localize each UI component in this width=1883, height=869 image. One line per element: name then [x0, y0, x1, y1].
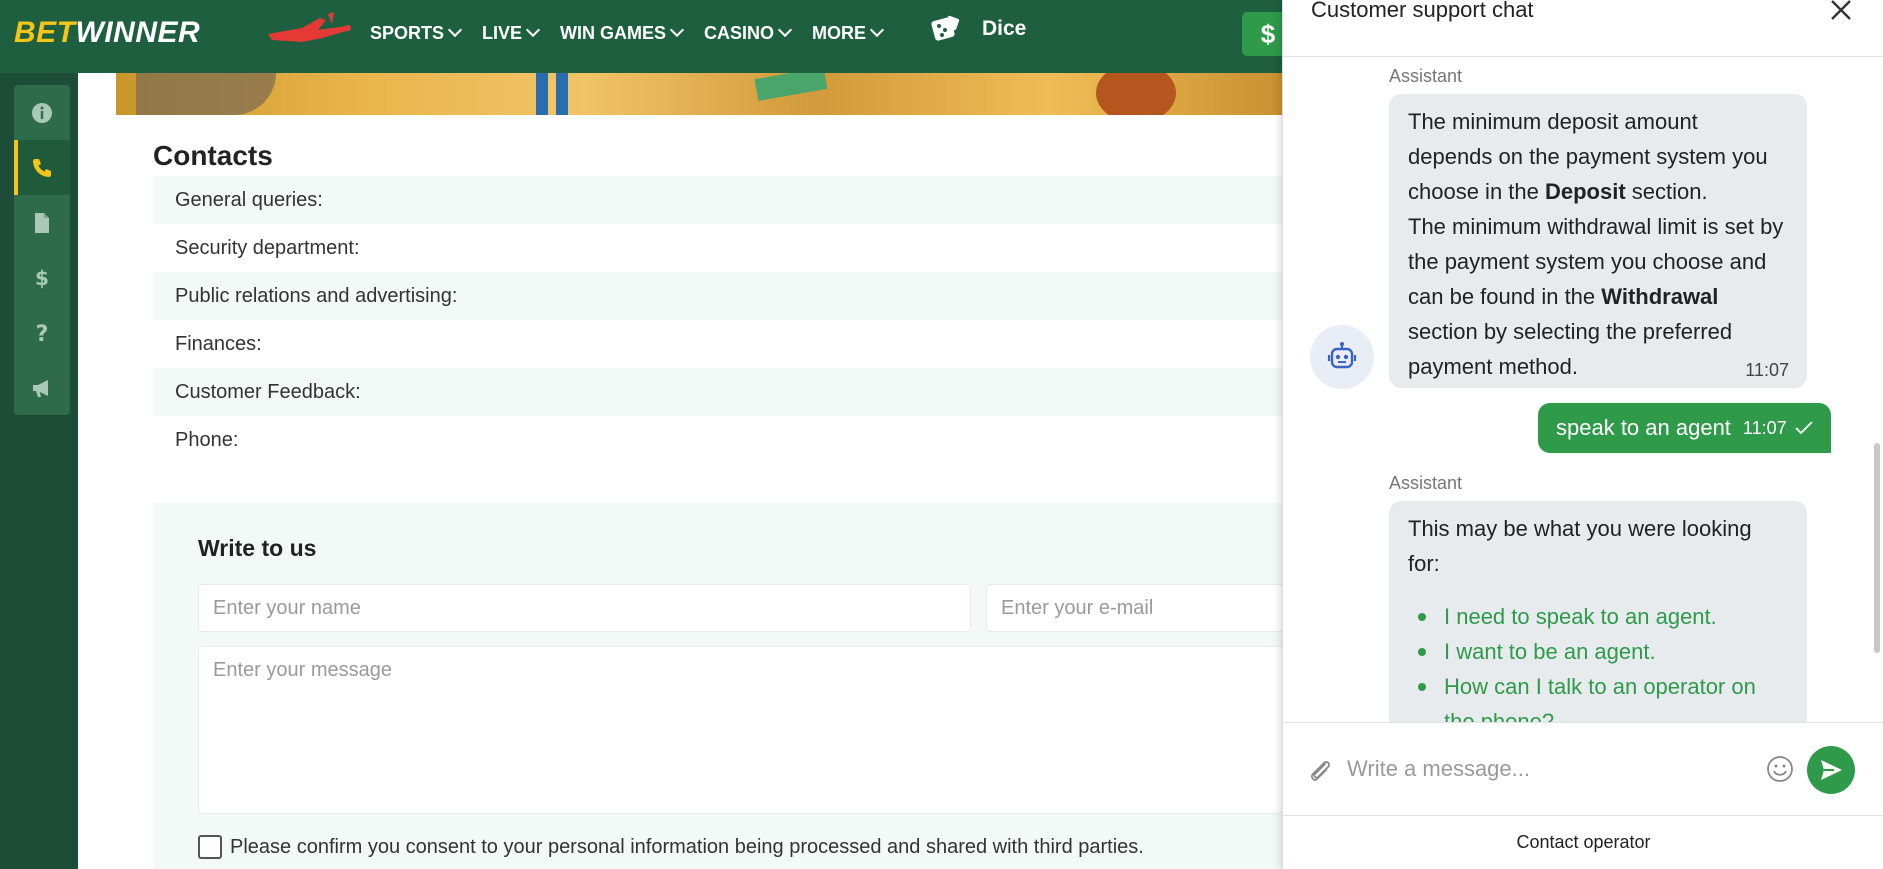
suggestion-link[interactable]: How can I talk to an operator on the pho… — [1408, 669, 1787, 722]
chevron-down-icon — [869, 22, 885, 38]
nav-win-games-label: WIN GAMES — [560, 22, 667, 43]
message-bold-text: Deposit — [1544, 179, 1626, 204]
nav-win-games[interactable]: WIN GAMES — [560, 22, 685, 44]
chat-title: Customer support chat — [1311, 0, 1534, 22]
message-text: section by selecting the preferred payme… — [1408, 319, 1733, 379]
contact-row: Customer Feedback: — [153, 368, 1283, 416]
contact-row: Finances: — [153, 320, 1283, 368]
consent-row: Please confirm you consent to your perso… — [198, 835, 1144, 859]
message-bold-text: Withdrawal — [1601, 284, 1719, 309]
check-icon — [1795, 421, 1813, 435]
nav-casino-label: CASINO — [704, 22, 775, 43]
suggestion-list: I need to speak to an agent. I want to b… — [1408, 599, 1787, 722]
contact-row: Security department: — [153, 224, 1283, 272]
nav-more-label: MORE — [812, 22, 867, 43]
contact-row: Phone: — [153, 416, 1283, 464]
chat-composer — [1283, 722, 1883, 815]
chat-scrollbar[interactable] — [1874, 443, 1880, 653]
nav-live[interactable]: LIVE — [482, 22, 541, 44]
document-icon — [35, 212, 49, 233]
sidebar-item-documents[interactable] — [14, 195, 70, 250]
message-textarea[interactable] — [198, 646, 1283, 814]
message-sender: Assistant — [1389, 66, 1463, 86]
aviator-plane-icon[interactable] — [262, 10, 354, 52]
emoji-icon[interactable] — [1765, 754, 1795, 784]
main-nav: SPORTS LIVE WIN GAMES CASINO MORE — [370, 0, 904, 66]
dollar-icon: $ — [35, 266, 49, 290]
contacts-list: General queries: Security department: Pu… — [153, 176, 1283, 464]
promo-banner-image — [116, 73, 1283, 115]
chat-messages: Assistant The minimum deposit amount dep… — [1283, 57, 1883, 722]
logo-bet-text: BET — [14, 16, 76, 49]
svg-text:$: $ — [35, 266, 49, 290]
contact-label: Public relations and advertising: — [175, 284, 458, 307]
contact-label: Security department: — [175, 236, 360, 259]
sidebar-item-info[interactable] — [14, 85, 70, 140]
info-icon — [32, 102, 52, 123]
send-button[interactable] — [1807, 746, 1855, 794]
email-input[interactable] — [986, 584, 1283, 632]
user-message: speak to an agent 11:07 — [1538, 403, 1831, 453]
write-to-us-title: Write to us — [198, 535, 317, 561]
close-icon[interactable] — [1827, 0, 1855, 24]
bot-avatar — [1310, 325, 1374, 389]
svg-text:?: ? — [36, 322, 49, 345]
phone-icon — [33, 158, 51, 177]
sidebar-item-contacts[interactable] — [14, 140, 70, 195]
contact-label: Finances: — [175, 332, 262, 355]
message-text: This may be what you were looking for: — [1408, 516, 1752, 576]
suggestion-link[interactable]: I need to speak to an agent. — [1408, 599, 1787, 634]
chevron-down-icon — [525, 22, 541, 38]
chevron-down-icon — [447, 22, 463, 38]
megaphone-icon — [33, 379, 48, 397]
dice-icon — [931, 15, 960, 41]
name-input[interactable] — [198, 584, 971, 632]
assistant-message: This may be what you were looking for: I… — [1389, 501, 1807, 722]
betwinner-logo[interactable]: BETWINNER — [14, 16, 200, 50]
assistant-message: The minimum deposit amount depends on th… — [1389, 94, 1807, 388]
message-time: 11:07 — [1745, 360, 1789, 380]
contact-label: General queries: — [175, 188, 323, 211]
nav-more[interactable]: MORE — [812, 22, 885, 44]
nav-sports[interactable]: SPORTS — [370, 22, 463, 44]
chevron-down-icon — [669, 22, 685, 38]
nav-live-label: LIVE — [482, 22, 523, 43]
message-sender: Assistant — [1389, 473, 1463, 493]
send-icon — [1821, 760, 1842, 780]
contact-row: General queries: — [153, 176, 1283, 224]
message-text: The minimum withdrawal limit is set by t… — [1408, 214, 1784, 309]
sidebar-item-payments[interactable]: $ — [14, 250, 70, 305]
message-text: speak to an agent — [1556, 415, 1731, 440]
chat-message-input[interactable] — [1347, 749, 1727, 789]
paperclip-icon[interactable] — [1305, 755, 1335, 785]
contact-row: Public relations and advertising: — [153, 272, 1283, 320]
dice-label: Dice — [982, 17, 1027, 40]
main-content: Contacts General queries: Security depar… — [78, 73, 1283, 869]
consent-label: Please confirm you consent to your perso… — [230, 835, 1144, 858]
suggestion-link[interactable]: I want to be an agent. — [1408, 634, 1787, 669]
question-icon: ? — [36, 322, 49, 345]
write-to-us-form: Write to us Please confirm you consent t… — [153, 503, 1283, 869]
consent-checkbox[interactable] — [198, 835, 222, 859]
contact-label: Customer Feedback: — [175, 380, 361, 403]
message-text: section. — [1625, 179, 1708, 204]
nav-dice[interactable]: Dice — [930, 14, 1026, 44]
left-sidebar: $ ? — [14, 85, 70, 415]
nav-sports-label: SPORTS — [370, 22, 445, 43]
contact-label: Phone: — [175, 428, 239, 451]
contacts-title: Contacts — [153, 140, 273, 171]
nav-casino[interactable]: CASINO — [704, 22, 793, 44]
robot-icon — [1327, 342, 1357, 369]
chevron-down-icon — [777, 22, 793, 38]
chat-header: Customer support chat — [1283, 0, 1883, 57]
sidebar-item-news[interactable] — [14, 360, 70, 415]
sidebar-item-faq[interactable]: ? — [14, 305, 70, 360]
support-chat-panel: Customer support chat Assistant The mini… — [1282, 0, 1883, 869]
logo-winner-text: WINNER — [75, 16, 201, 49]
contact-operator-button[interactable]: Contact operator — [1283, 815, 1883, 869]
message-time: 11:07 — [1742, 417, 1787, 438]
